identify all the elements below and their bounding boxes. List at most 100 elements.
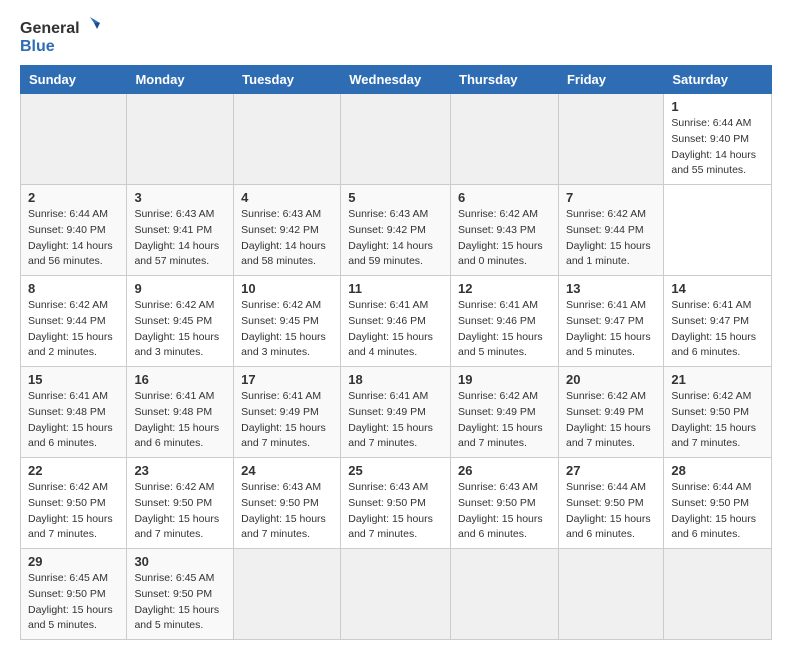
day-cell-13: 13 Sunrise: 6:41 AM Sunset: 9:47 PM Dayl… [558,276,663,367]
day-cell-26: 26 Sunrise: 6:43 AM Sunset: 9:50 PM Dayl… [451,458,559,549]
day-cell-10: 10 Sunrise: 6:42 AM Sunset: 9:45 PM Dayl… [234,276,341,367]
week-row-6: 29 Sunrise: 6:45 AM Sunset: 9:50 PM Dayl… [21,549,772,640]
day-cell-7: 7 Sunrise: 6:42 AM Sunset: 9:44 PM Dayli… [558,185,663,276]
empty-cell [341,94,451,185]
day-info: Sunrise: 6:43 AM Sunset: 9:42 PM Dayligh… [348,207,443,270]
day-info: Sunrise: 6:44 AM Sunset: 9:40 PM Dayligh… [28,207,119,270]
empty-cell [558,94,663,185]
calendar-table: SundayMondayTuesdayWednesdayThursdayFrid… [20,65,772,640]
day-cell-14: 14 Sunrise: 6:41 AM Sunset: 9:47 PM Dayl… [664,276,772,367]
day-info: Sunrise: 6:45 AM Sunset: 9:50 PM Dayligh… [28,571,119,634]
week-row-1: 1 Sunrise: 6:44 AM Sunset: 9:40 PM Dayli… [21,94,772,185]
empty-cell [21,94,127,185]
day-cell-12: 12 Sunrise: 6:41 AM Sunset: 9:46 PM Dayl… [451,276,559,367]
logo-general: General [20,20,80,38]
day-number: 6 [458,190,551,205]
day-number: 16 [134,372,226,387]
day-info: Sunrise: 6:45 AM Sunset: 9:50 PM Dayligh… [134,571,226,634]
day-number: 17 [241,372,333,387]
day-info: Sunrise: 6:42 AM Sunset: 9:43 PM Dayligh… [458,207,551,270]
day-cell-2: 2 Sunrise: 6:44 AM Sunset: 9:40 PM Dayli… [21,185,127,276]
day-cell-8: 8 Sunrise: 6:42 AM Sunset: 9:44 PM Dayli… [21,276,127,367]
day-cell-23: 23 Sunrise: 6:42 AM Sunset: 9:50 PM Dayl… [127,458,234,549]
day-cell-29: 29 Sunrise: 6:45 AM Sunset: 9:50 PM Dayl… [21,549,127,640]
day-number: 18 [348,372,443,387]
day-cell-5: 5 Sunrise: 6:43 AM Sunset: 9:42 PM Dayli… [341,185,451,276]
day-info: Sunrise: 6:43 AM Sunset: 9:50 PM Dayligh… [348,480,443,543]
days-header-row: SundayMondayTuesdayWednesdayThursdayFrid… [21,66,772,94]
day-cell-28: 28 Sunrise: 6:44 AM Sunset: 9:50 PM Dayl… [664,458,772,549]
day-cell-6: 6 Sunrise: 6:42 AM Sunset: 9:43 PM Dayli… [451,185,559,276]
day-header-thursday: Thursday [451,66,559,94]
week-row-2: 2 Sunrise: 6:44 AM Sunset: 9:40 PM Dayli… [21,185,772,276]
day-cell-15: 15 Sunrise: 6:41 AM Sunset: 9:48 PM Dayl… [21,367,127,458]
day-number: 5 [348,190,443,205]
day-number: 28 [671,463,764,478]
day-info: Sunrise: 6:44 AM Sunset: 9:50 PM Dayligh… [671,480,764,543]
day-info: Sunrise: 6:43 AM Sunset: 9:50 PM Dayligh… [458,480,551,543]
day-cell-22: 22 Sunrise: 6:42 AM Sunset: 9:50 PM Dayl… [21,458,127,549]
day-number: 12 [458,281,551,296]
day-info: Sunrise: 6:43 AM Sunset: 9:42 PM Dayligh… [241,207,333,270]
day-number: 10 [241,281,333,296]
day-cell-1: 1 Sunrise: 6:44 AM Sunset: 9:40 PM Dayli… [664,94,772,185]
day-number: 14 [671,281,764,296]
empty-cell [451,549,559,640]
day-info: Sunrise: 6:42 AM Sunset: 9:45 PM Dayligh… [241,298,333,361]
day-cell-30: 30 Sunrise: 6:45 AM Sunset: 9:50 PM Dayl… [127,549,234,640]
day-cell-21: 21 Sunrise: 6:42 AM Sunset: 9:50 PM Dayl… [664,367,772,458]
day-cell-9: 9 Sunrise: 6:42 AM Sunset: 9:45 PM Dayli… [127,276,234,367]
day-number: 29 [28,554,119,569]
day-info: Sunrise: 6:43 AM Sunset: 9:41 PM Dayligh… [134,207,226,270]
day-cell-27: 27 Sunrise: 6:44 AM Sunset: 9:50 PM Dayl… [558,458,663,549]
day-info: Sunrise: 6:41 AM Sunset: 9:48 PM Dayligh… [28,389,119,452]
empty-cell [234,549,341,640]
day-info: Sunrise: 6:42 AM Sunset: 9:49 PM Dayligh… [566,389,656,452]
day-cell-16: 16 Sunrise: 6:41 AM Sunset: 9:48 PM Dayl… [127,367,234,458]
day-number: 27 [566,463,656,478]
empty-cell [558,549,663,640]
empty-cell [234,94,341,185]
day-info: Sunrise: 6:41 AM Sunset: 9:47 PM Dayligh… [566,298,656,361]
day-info: Sunrise: 6:42 AM Sunset: 9:50 PM Dayligh… [671,389,764,452]
header: General Blue [20,20,772,55]
day-cell-19: 19 Sunrise: 6:42 AM Sunset: 9:49 PM Dayl… [451,367,559,458]
day-number: 19 [458,372,551,387]
week-row-3: 8 Sunrise: 6:42 AM Sunset: 9:44 PM Dayli… [21,276,772,367]
day-info: Sunrise: 6:44 AM Sunset: 9:40 PM Dayligh… [671,116,764,179]
day-number: 11 [348,281,443,296]
logo-blue: Blue [20,38,104,56]
day-info: Sunrise: 6:41 AM Sunset: 9:49 PM Dayligh… [241,389,333,452]
day-cell-4: 4 Sunrise: 6:43 AM Sunset: 9:42 PM Dayli… [234,185,341,276]
week-row-4: 15 Sunrise: 6:41 AM Sunset: 9:48 PM Dayl… [21,367,772,458]
day-header-wednesday: Wednesday [341,66,451,94]
day-cell-25: 25 Sunrise: 6:43 AM Sunset: 9:50 PM Dayl… [341,458,451,549]
day-number: 22 [28,463,119,478]
day-number: 26 [458,463,551,478]
empty-cell [664,549,772,640]
day-header-friday: Friday [558,66,663,94]
day-info: Sunrise: 6:41 AM Sunset: 9:46 PM Dayligh… [458,298,551,361]
day-number: 13 [566,281,656,296]
day-number: 20 [566,372,656,387]
day-header-sunday: Sunday [21,66,127,94]
day-info: Sunrise: 6:42 AM Sunset: 9:49 PM Dayligh… [458,389,551,452]
day-cell-18: 18 Sunrise: 6:41 AM Sunset: 9:49 PM Dayl… [341,367,451,458]
day-cell-3: 3 Sunrise: 6:43 AM Sunset: 9:41 PM Dayli… [127,185,234,276]
day-number: 4 [241,190,333,205]
day-info: Sunrise: 6:42 AM Sunset: 9:50 PM Dayligh… [134,480,226,543]
day-info: Sunrise: 6:43 AM Sunset: 9:50 PM Dayligh… [241,480,333,543]
day-info: Sunrise: 6:41 AM Sunset: 9:46 PM Dayligh… [348,298,443,361]
day-header-monday: Monday [127,66,234,94]
day-info: Sunrise: 6:44 AM Sunset: 9:50 PM Dayligh… [566,480,656,543]
logo-text: General Blue [20,20,104,55]
day-info: Sunrise: 6:42 AM Sunset: 9:44 PM Dayligh… [28,298,119,361]
day-number: 9 [134,281,226,296]
day-number: 24 [241,463,333,478]
day-number: 15 [28,372,119,387]
day-number: 3 [134,190,226,205]
day-number: 30 [134,554,226,569]
day-info: Sunrise: 6:41 AM Sunset: 9:49 PM Dayligh… [348,389,443,452]
day-info: Sunrise: 6:42 AM Sunset: 9:45 PM Dayligh… [134,298,226,361]
empty-cell [341,549,451,640]
